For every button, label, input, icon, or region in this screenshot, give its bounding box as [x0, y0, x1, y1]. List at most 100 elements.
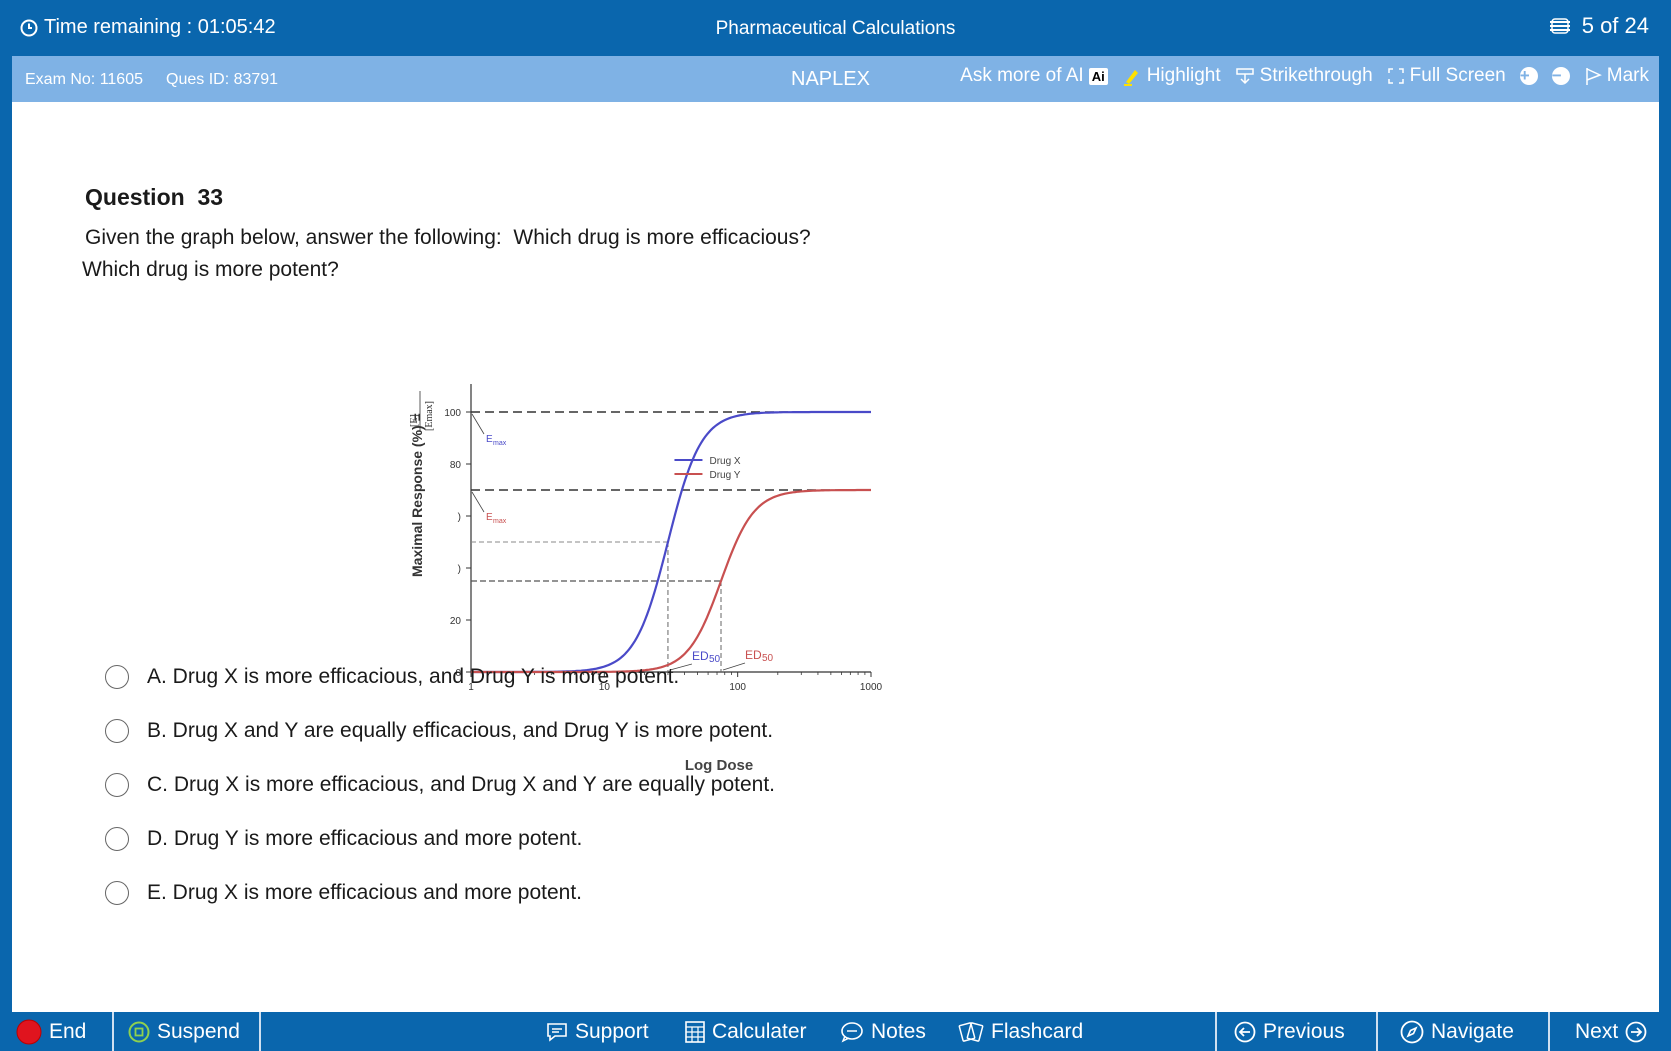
mark-label: Mark: [1606, 65, 1649, 86]
emax-y-label: E: [486, 512, 493, 523]
question-text-part1: Given the graph below, answer the follow…: [85, 226, 502, 249]
fullscreen-icon: [1387, 68, 1404, 84]
radio-button[interactable]: [105, 665, 129, 689]
divider: [1215, 1012, 1217, 1051]
support-button[interactable]: Support: [546, 1012, 649, 1051]
option-d[interactable]: D. Drug Y is more efficacious and more p…: [105, 812, 775, 866]
next-button[interactable]: Next: [1575, 1012, 1647, 1051]
notes-label: Notes: [871, 1019, 926, 1043]
highlight-button[interactable]: Highlight: [1122, 65, 1221, 87]
page-title: Pharmaceutical Calculations: [715, 18, 956, 39]
strikethrough-button[interactable]: Strikethrough: [1235, 65, 1373, 87]
cards-icon: [958, 1021, 984, 1042]
option-label: C. Drug X is more efficacious, and Drug …: [147, 773, 776, 796]
legend-label: Drug X: [709, 456, 740, 467]
notes-button[interactable]: Notes: [840, 1012, 926, 1051]
zoom-out-button[interactable]: −: [1551, 67, 1570, 85]
strikethrough-icon: [1235, 68, 1254, 85]
flashcard-button[interactable]: Flashcard: [958, 1012, 1083, 1051]
question-progress: 5 of 24: [1548, 13, 1649, 39]
suspend-label: Suspend: [157, 1019, 240, 1043]
highlighter-icon: [1123, 70, 1138, 86]
chat-icon: [547, 1022, 567, 1042]
end-button[interactable]: End: [16, 1012, 86, 1051]
ai-icon: Ai: [1088, 67, 1108, 85]
question-heading: Question 33: [85, 184, 224, 210]
previous-button[interactable]: Previous: [1234, 1012, 1345, 1051]
option-label: B. Drug X and Y are equally efficacious,…: [147, 719, 774, 742]
option-label: E. Drug X is more efficacious and more p…: [147, 881, 582, 904]
option-label: D. Drug Y is more efficacious and more p…: [147, 827, 583, 850]
radio-button[interactable]: [105, 773, 129, 797]
ask-ai-button[interactable]: Ask more of AI Ai: [960, 65, 1108, 87]
sub-bar: Exam No: 11605 Ques ID: 83791 NAPLEX Ask…: [12, 56, 1659, 102]
mark-button[interactable]: Mark: [1584, 65, 1649, 87]
calculator-icon: [685, 1020, 705, 1043]
divider: [112, 1012, 114, 1051]
plot-area: 020))801001 10 100 1000Drug XDrug YE maxE max…: [444, 384, 883, 693]
book-icon: [1549, 18, 1570, 34]
question-text: Given the graph below, answer the follow…: [85, 226, 811, 250]
calculator-label: Calculater: [712, 1019, 807, 1043]
flag-icon: [1586, 68, 1602, 85]
ask-ai-label: Ask more of AI: [960, 65, 1084, 86]
exam-number: Exam No: 11605: [25, 71, 143, 88]
y-tick-label: ): [458, 512, 461, 523]
arrow-left-circle-icon: [1234, 1021, 1256, 1042]
emax-y-label-pointer: [471, 491, 485, 513]
full-screen-button[interactable]: Full Screen: [1387, 65, 1506, 87]
option-a[interactable]: A. Drug X is more efficacious, and Drug …: [105, 650, 775, 704]
toolbar: Ask more of AI Ai Highlight Strikethroug…: [960, 65, 1649, 87]
radio-button[interactable]: [105, 827, 129, 851]
support-label: Support: [575, 1019, 649, 1043]
bottom-bar: End Suspend Support Calculater Notes Fla…: [0, 1012, 1671, 1051]
pause-icon: [128, 1021, 150, 1042]
navigate-label: Navigate: [1431, 1019, 1514, 1043]
emax-x-label-pointer: [471, 413, 485, 435]
option-c[interactable]: C. Drug X is more efficacious, and Drug …: [105, 758, 775, 812]
y-axis-label: Maximal Response (%) =: [409, 413, 425, 577]
stop-icon: [16, 1019, 42, 1044]
navigate-button[interactable]: Navigate: [1400, 1012, 1514, 1051]
emax-x-label-sub: max: [493, 440, 507, 447]
previous-label: Previous: [1263, 1019, 1345, 1043]
full-screen-label: Full Screen: [1409, 65, 1506, 86]
strikethrough-label: Strikethrough: [1259, 65, 1373, 86]
x-tick-label: 1000: [860, 682, 883, 693]
emax-x-label: E: [486, 434, 493, 445]
divider: [1548, 1012, 1550, 1051]
question-text-part2: Which drug is more efficacious?: [513, 226, 811, 249]
zoom-in-button[interactable]: +: [1519, 67, 1538, 85]
question-text-line2: Which drug is more potent?: [82, 258, 339, 281]
y-axis-fraction-top: [E]: [409, 414, 420, 427]
y-tick-label: 80: [450, 460, 462, 471]
question-panel: Question 33 Given the graph below, answe…: [12, 102, 1659, 1012]
y-tick-label: 100: [444, 408, 461, 419]
end-label: End: [49, 1019, 87, 1043]
divider: [1376, 1012, 1378, 1051]
suspend-button[interactable]: Suspend: [128, 1012, 240, 1051]
option-e[interactable]: E. Drug X is more efficacious and more p…: [105, 866, 775, 920]
legend-label: Drug Y: [709, 470, 740, 481]
y-axis-label-group: Maximal Response (%) = [E] [Emax]: [409, 391, 435, 577]
question-id: Ques ID: 83791: [166, 71, 279, 88]
exam-name: NAPLEX: [791, 68, 870, 90]
compass-icon: [1400, 1020, 1424, 1043]
y-tick-label: 20: [450, 616, 462, 627]
highlight-label: Highlight: [1146, 65, 1221, 86]
next-label: Next: [1575, 1019, 1619, 1043]
option-b[interactable]: B. Drug X and Y are equally efficacious,…: [105, 704, 775, 758]
y-tick-label: ): [458, 564, 461, 575]
flashcard-label: Flashcard: [991, 1019, 1084, 1043]
progress-text: 5 of 24: [1581, 13, 1649, 38]
calculator-button[interactable]: Calculater: [685, 1012, 807, 1051]
option-label: A. Drug X is more efficacious, and Drug …: [147, 665, 680, 688]
answer-options: A. Drug X is more efficacious, and Drug …: [105, 650, 775, 920]
radio-button[interactable]: [105, 719, 129, 743]
top-bar: Time remaining : 01:05:42 Pharmaceutical…: [0, 0, 1671, 56]
comment-icon: [841, 1021, 863, 1043]
y-axis-fraction-bottom: [Emax]: [424, 401, 435, 431]
emax-y-label-sub: max: [493, 518, 507, 525]
radio-button[interactable]: [105, 881, 129, 905]
arrow-right-circle-icon: [1625, 1021, 1647, 1042]
